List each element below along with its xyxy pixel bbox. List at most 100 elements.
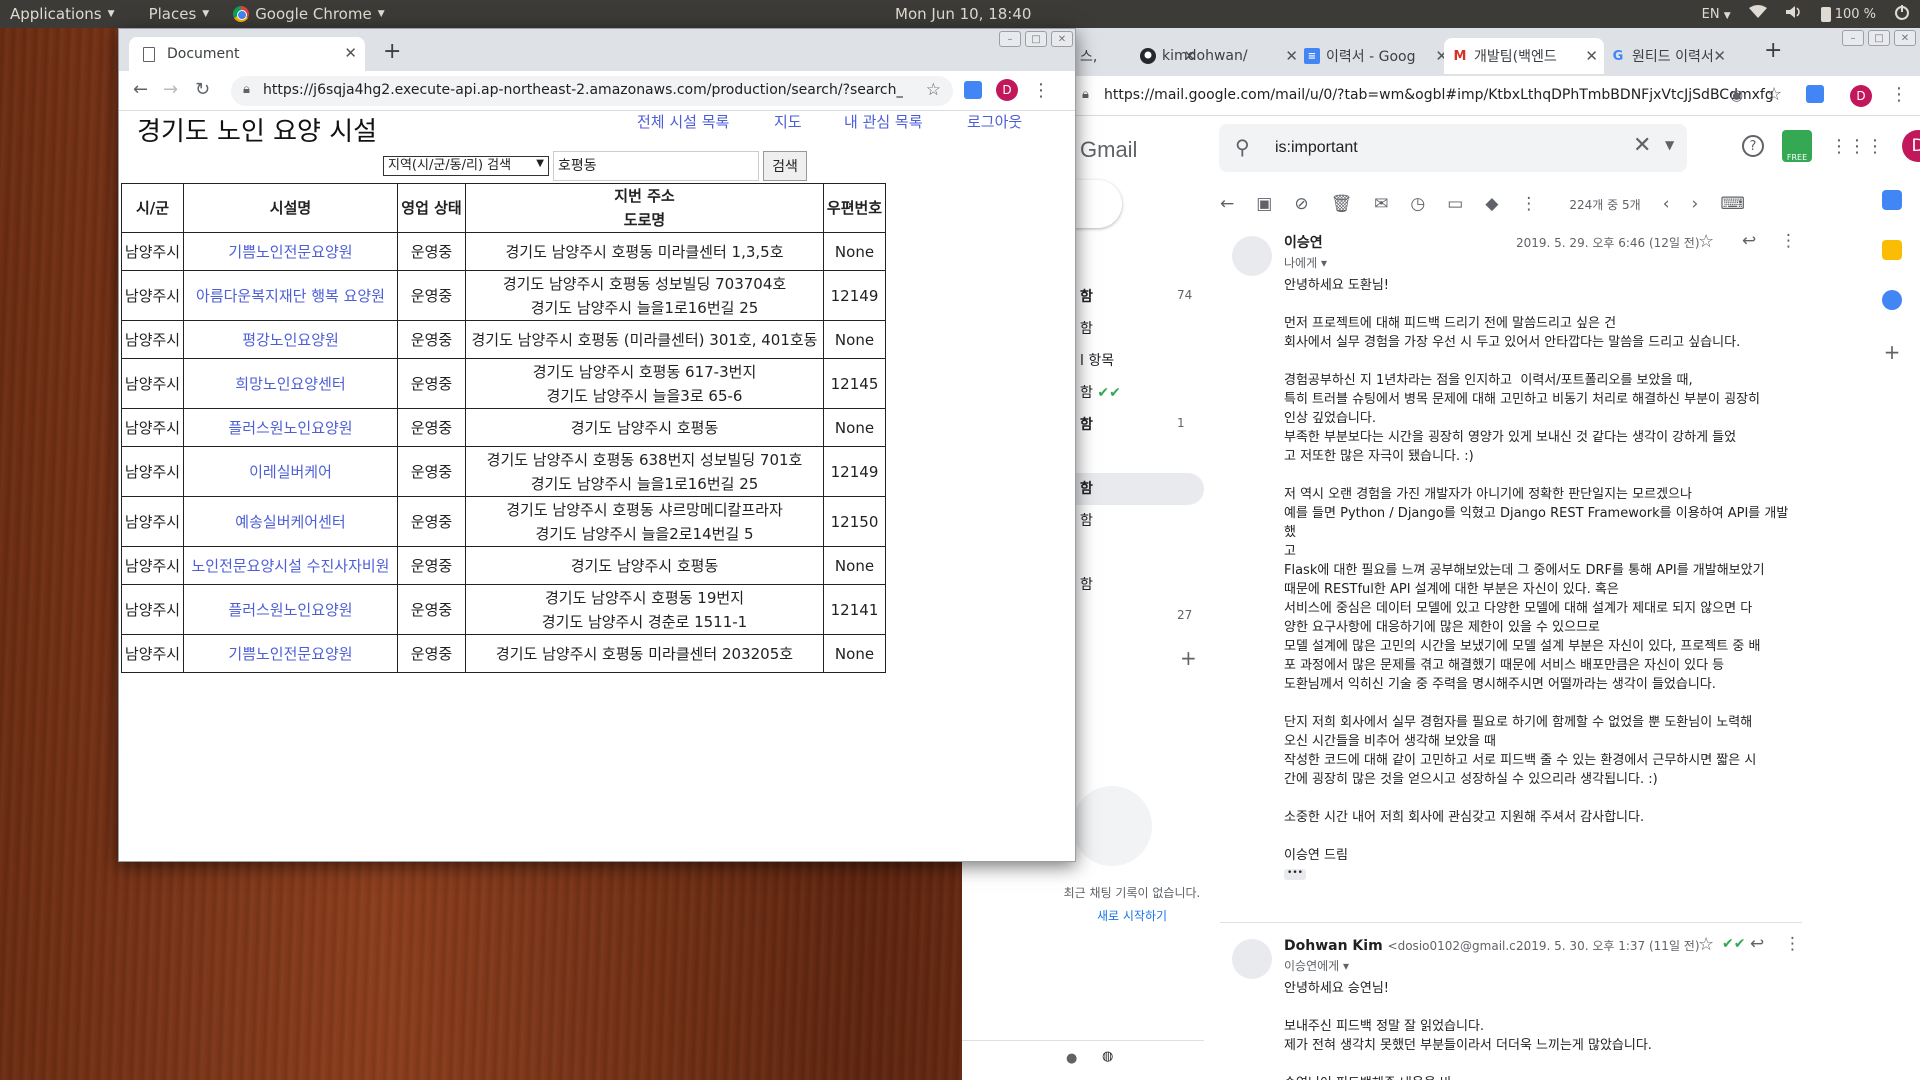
search-query-input[interactable]: 호평동 [553,151,759,181]
message-more-icon[interactable]: ⋮ [1784,935,1801,954]
battery-indicator[interactable]: 100 % [1820,6,1876,22]
close-window-icon[interactable]: ✕ [1051,31,1073,47]
eye-off-icon[interactable]: ◉ [1730,86,1743,104]
nav-logout-link[interactable]: 로그아웃 [967,111,1022,132]
forward-icon[interactable]: → [163,79,178,100]
nav-all-facilities-link[interactable]: 전체 시설 목록 [637,111,729,132]
sidebar-item[interactable]: 함 [1080,414,1093,446]
cell-facility-name-link[interactable]: 아름다운복지재단 행복 요양원 [183,270,398,321]
cell-facility-name-link[interactable]: 플러스원노인요양원 [183,408,398,447]
back-icon[interactable]: ← [133,79,148,100]
search-icon[interactable]: ⚲ [1235,135,1250,159]
bookmark-star-icon[interactable]: ☆ [926,80,941,100]
minimize-icon[interactable]: – [1842,30,1864,46]
translate-icon[interactable] [1806,85,1824,103]
reply-icon[interactable]: ↩ [1750,935,1764,954]
keyboard-icon[interactable]: ⌨ [1720,194,1745,214]
cell-facility-name-link[interactable]: 기쁨노인전문요양원 [183,232,398,271]
more-icon[interactable]: ⋮ [1520,194,1537,214]
search-button[interactable]: 검색 [763,151,807,181]
volume-icon[interactable] [1785,5,1803,23]
sidebar-item[interactable]: 함 [1080,574,1093,606]
add-addon-icon[interactable]: + [1884,340,1901,364]
clock[interactable]: Mon Jun 10, 18:40 [895,0,1031,28]
cell-facility-name-link[interactable]: 평강노인요양원 [183,320,398,359]
close-tab-icon[interactable]: ✕ [1585,47,1598,65]
cell-facility-name-link[interactable]: 희망노인요양센터 [183,358,398,409]
sidebar-item[interactable]: 함 [1080,286,1093,318]
nav-map-link[interactable]: 지도 [774,111,802,132]
profile-avatar[interactable]: D [1850,85,1872,107]
cell-facility-name-link[interactable]: 예송실버케어센터 [183,496,398,547]
search-input[interactable] [1275,136,1575,160]
sidebar-item[interactable]: 함 [1080,510,1093,542]
minimize-icon[interactable]: – [999,31,1021,47]
prev-page-icon[interactable]: ‹ [1663,194,1670,214]
next-page-icon[interactable]: › [1692,194,1699,214]
apps-grid-icon[interactable]: ⋮⋮⋮ [1830,136,1884,157]
profile-avatar[interactable]: D [996,79,1018,101]
message-header[interactable]: Dohwan Kim <dosio0102@gmail.c... 이승연에게 ▾… [1220,931,1802,979]
move-to-icon[interactable]: ▭ [1447,194,1463,214]
snooze-icon[interactable]: ◷ [1410,194,1425,214]
start-chat-link[interactable]: 새로 시작하기 [1022,907,1242,924]
recipient[interactable]: 나에게 ▾ [1284,254,1327,273]
message-more-icon[interactable]: ⋮ [1780,232,1797,251]
url-text[interactable]: https://j6sqja4hg2.execute-api.ap-northe… [263,82,903,98]
cell-facility-name-link[interactable]: 노인전문요양시설 수진사자비원 [183,546,398,585]
clear-search-icon[interactable]: ✕ [1633,133,1651,158]
keep-icon[interactable] [1882,240,1902,260]
message-header[interactable]: 이승연 나에게 ▾ 2019. 5. 29. 오후 6:46 (12일 전) ☆… [1220,228,1802,276]
maximize-icon[interactable]: □ [1868,30,1890,46]
reply-icon[interactable]: ↩ [1742,232,1756,251]
person-icon[interactable]: ● [1066,1051,1077,1066]
close-tab-icon[interactable]: ✕ [344,44,357,62]
cell-facility-name-link[interactable]: 플러스원노인요양원 [183,584,398,635]
translate-icon[interactable] [964,81,982,99]
archive-icon[interactable]: ▣ [1256,194,1272,214]
reload-icon[interactable]: ↻ [195,79,210,100]
power-icon[interactable] [1894,4,1910,24]
close-window-icon[interactable]: ✕ [1894,30,1916,46]
recipient[interactable]: 이승연에게 ▾ [1284,957,1349,976]
tab-gmail[interactable]: M 개발팀(백엔드 ✕ [1444,38,1604,74]
kebab-menu-icon[interactable]: ⋮ [1890,84,1908,105]
free-badge-icon[interactable]: FREE [1782,130,1812,162]
cell-facility-name-link[interactable]: 기쁨노인전문요양원 [183,634,398,673]
star-icon[interactable]: ☆ [1698,232,1714,251]
help-icon[interactable]: ? [1742,135,1764,157]
applications-menu[interactable]: Applications ▼ [0,0,125,28]
star-icon[interactable]: ☆ [1698,935,1714,954]
new-tab-icon[interactable]: + [1764,38,1782,63]
kebab-menu-icon[interactable]: ⋮ [1032,80,1050,101]
calendar-icon[interactable] [1882,190,1902,210]
url-text[interactable]: https://mail.google.com/mail/u/0/?tab=wm… [1104,87,1774,103]
tab-google[interactable]: G 원티드 이력서 ✕ [1602,38,1732,74]
show-trimmed-content-icon[interactable]: ••• [1284,869,1306,880]
places-menu[interactable]: Places ▼ [139,0,220,28]
search-options-icon[interactable]: ▼ [1665,138,1674,152]
close-tab-icon[interactable]: ✕ [1713,47,1726,65]
sidebar-item[interactable]: 함 [1080,478,1093,510]
search-option-select[interactable]: 지역(시/군/동/리) 검색 ▼ [383,156,549,176]
tasks-icon[interactable] [1882,290,1902,310]
omnibox[interactable]: 🔒︎ https://j6sqja4hg2.execute-api.ap-nor… [231,76,953,106]
label-icon[interactable]: ◆ [1485,194,1498,214]
maximize-icon[interactable]: □ [1025,31,1047,47]
delete-icon[interactable]: 🗑︎ [1331,194,1353,214]
report-spam-icon[interactable]: ⊘ [1294,194,1308,214]
tab-github[interactable]: kimdohwan/✕ [1132,38,1304,74]
new-tab-icon[interactable]: + [383,39,401,64]
mark-unread-icon[interactable]: ✉ [1374,194,1388,214]
bookmark-star-icon[interactable]: ☆ [1766,84,1782,105]
sidebar-item[interactable]: 함 [1080,318,1093,350]
hangouts-icon[interactable]: ◍ [1102,1049,1113,1064]
wifi-icon[interactable] [1748,5,1767,23]
app-menu[interactable]: Google Chrome ▼ [223,0,394,28]
account-avatar[interactable]: D [1902,130,1920,162]
gmail-logo[interactable]: Gmail [1080,137,1137,163]
cell-facility-name-link[interactable]: 이레실버케어 [183,446,398,497]
tab-docs[interactable]: ≡ 이력서 - Goog ✕ [1296,38,1454,74]
keyboard-layout[interactable]: EN ▼ [1702,7,1731,22]
nav-favorites-link[interactable]: 내 관심 목록 [844,111,923,132]
